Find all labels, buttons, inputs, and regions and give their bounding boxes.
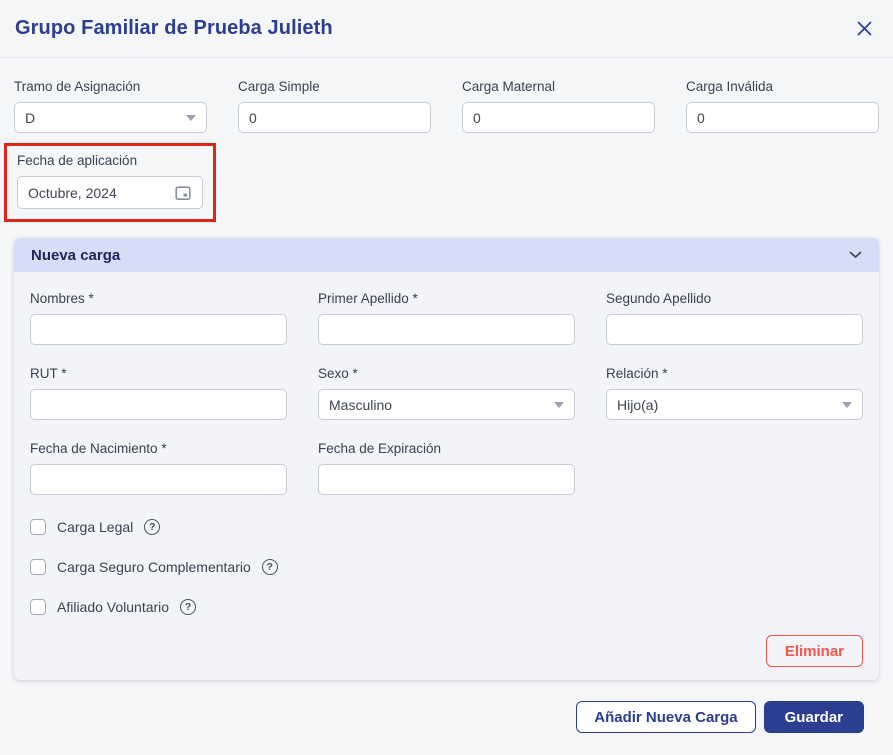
field-primer-apellido: Primer Apellido * xyxy=(318,291,575,345)
close-x-icon xyxy=(856,20,873,37)
question-mark-icon[interactable]: ? xyxy=(261,559,278,575)
guardar-button[interactable]: Guardar xyxy=(763,701,864,733)
nueva-carga-panel-header[interactable]: Nueva carga xyxy=(14,238,879,272)
close-button[interactable] xyxy=(852,17,876,41)
tramo-asignacion-value: D xyxy=(25,109,36,126)
eliminar-button[interactable]: Eliminar xyxy=(765,635,863,667)
eliminar-button-row: Eliminar xyxy=(30,635,863,667)
segundo-apellido-input[interactable] xyxy=(606,314,863,345)
sexo-value: Masculino xyxy=(329,396,393,413)
anadir-nueva-carga-button[interactable]: Añadir Nueva Carga xyxy=(576,701,756,733)
top-fields-row: Tramo de Asignación D Carga Simple Carga… xyxy=(14,79,879,133)
field-nombres: Nombres * xyxy=(30,291,287,345)
empty-cell xyxy=(606,441,863,495)
carga-legal-label: Carga Legal xyxy=(57,519,134,535)
segundo-apellido-label: Segundo Apellido xyxy=(606,291,712,306)
panel-row-dates: Fecha de Nacimiento * Fecha de Expiració… xyxy=(30,441,863,495)
sexo-label: Sexo * xyxy=(318,366,358,381)
nombres-input[interactable] xyxy=(30,314,287,345)
carga-invalida-input[interactable] xyxy=(686,102,879,133)
dialog-header: Grupo Familiar de Prueba Julieth xyxy=(0,0,893,58)
fecha-aplicacion-datepicker[interactable]: Octubre, 2024 xyxy=(17,176,203,209)
carga-maternal-label: Carga Maternal xyxy=(462,79,556,94)
panel-row-rut-sexo-relacion: RUT * Sexo * Masculino Relación * Hijo(a… xyxy=(30,366,863,420)
tramo-asignacion-select[interactable]: D xyxy=(14,102,207,133)
field-carga-simple: Carga Simple xyxy=(238,79,431,133)
carga-seguro-complementario-label: Carga Seguro Complementario xyxy=(57,559,251,575)
dialog-footer: Añadir Nueva Carga Guardar xyxy=(14,680,879,733)
nombres-label: Nombres * xyxy=(30,291,94,306)
checkbox-row-afiliado-voluntario: Afiliado Voluntario ? xyxy=(30,599,863,615)
relacion-label: Relación * xyxy=(606,366,668,381)
field-fecha-expiracion: Fecha de Expiración xyxy=(318,441,575,495)
panel-row-names: Nombres * Primer Apellido * Segundo Apel… xyxy=(30,291,863,345)
carga-legal-checkbox[interactable] xyxy=(30,519,46,535)
carga-maternal-input[interactable] xyxy=(462,102,655,133)
field-carga-maternal: Carga Maternal xyxy=(462,79,655,133)
primer-apellido-input[interactable] xyxy=(318,314,575,345)
dialog-content: Tramo de Asignación D Carga Simple Carga… xyxy=(0,79,893,733)
red-highlight-box: Fecha de aplicación Octubre, 2024 xyxy=(4,143,216,222)
field-segundo-apellido: Segundo Apellido xyxy=(606,291,863,345)
fecha-aplicacion-label: Fecha de aplicación xyxy=(17,153,138,168)
checkbox-row-carga-legal: Carga Legal ? xyxy=(30,519,863,535)
afiliado-voluntario-checkbox[interactable] xyxy=(30,599,46,615)
nueva-carga-panel-body: Nombres * Primer Apellido * Segundo Apel… xyxy=(14,272,879,680)
checkbox-row-carga-seguro: Carga Seguro Complementario ? xyxy=(30,559,863,575)
field-sexo: Sexo * Masculino xyxy=(318,366,575,420)
fecha-expiracion-label: Fecha de Expiración xyxy=(318,441,442,456)
nueva-carga-panel-title: Nueva carga xyxy=(31,246,121,264)
tramo-asignacion-label: Tramo de Asignación xyxy=(14,79,141,94)
nueva-carga-panel: Nueva carga Nombres * Primer Apellido * xyxy=(14,238,879,680)
carga-simple-label: Carga Simple xyxy=(238,79,320,94)
carga-seguro-complementario-checkbox[interactable] xyxy=(30,559,46,575)
field-relacion: Relación * Hijo(a) xyxy=(606,366,863,420)
chevron-down-icon xyxy=(554,401,564,408)
rut-input[interactable] xyxy=(30,389,287,420)
carga-invalida-label: Carga Inválida xyxy=(686,79,774,94)
fecha-expiracion-input[interactable] xyxy=(318,464,575,495)
chevron-down-icon xyxy=(186,114,196,121)
field-tramo-asignacion: Tramo de Asignación D xyxy=(14,79,207,133)
dialog-title: Grupo Familiar de Prueba Julieth xyxy=(15,17,333,39)
carga-simple-input[interactable] xyxy=(238,102,431,133)
field-carga-invalida: Carga Inválida xyxy=(686,79,879,133)
rut-label: RUT * xyxy=(30,366,67,381)
primer-apellido-label: Primer Apellido * xyxy=(318,291,418,306)
sexo-select[interactable]: Masculino xyxy=(318,389,575,420)
relacion-value: Hijo(a) xyxy=(617,396,659,413)
fecha-aplicacion-value: Octubre, 2024 xyxy=(28,184,117,201)
afiliado-voluntario-label: Afiliado Voluntario xyxy=(57,599,170,615)
fecha-nacimiento-label: Fecha de Nacimiento * xyxy=(30,441,167,456)
field-fecha-nacimiento: Fecha de Nacimiento * xyxy=(30,441,287,495)
relacion-select[interactable]: Hijo(a) xyxy=(606,389,863,420)
field-rut: RUT * xyxy=(30,366,287,420)
chevron-down-icon[interactable] xyxy=(849,251,862,259)
fecha-nacimiento-input[interactable] xyxy=(30,464,287,495)
chevron-down-icon xyxy=(842,401,852,408)
calendar-icon xyxy=(174,184,192,202)
question-mark-icon[interactable]: ? xyxy=(180,599,197,615)
question-mark-icon[interactable]: ? xyxy=(144,519,161,535)
